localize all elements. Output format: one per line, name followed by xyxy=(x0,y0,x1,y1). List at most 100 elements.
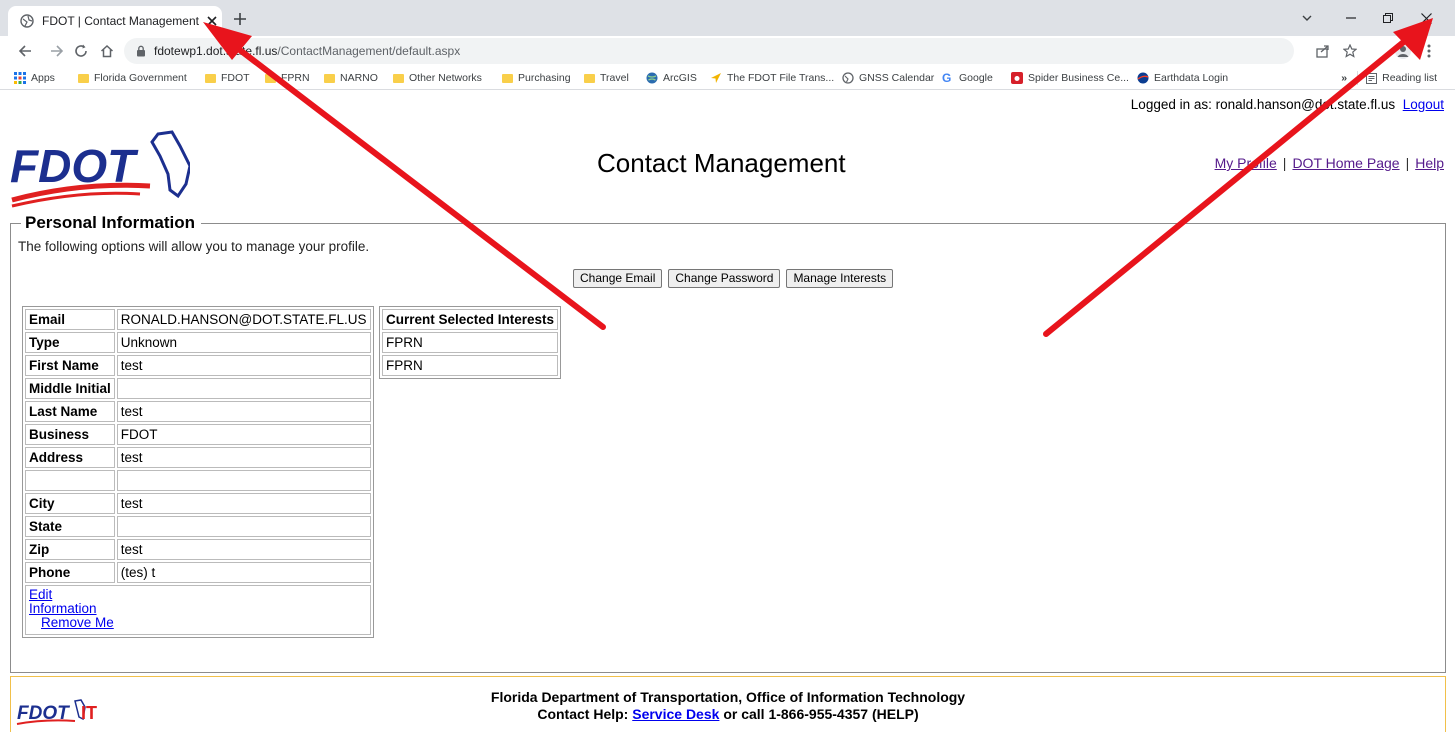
change-email-button[interactable]: Change Email xyxy=(573,269,663,288)
personal-info-table: Email RONALD.HANSON@DOT.STATE.FL.US Type U… xyxy=(22,306,374,638)
globe-icon xyxy=(20,14,34,28)
bookmark-purchasing[interactable]: Purchasing xyxy=(502,71,571,85)
restore-icon[interactable] xyxy=(1374,8,1402,28)
folder-icon xyxy=(205,73,216,83)
state-value xyxy=(116,516,371,537)
table-row: Current Selected Interests xyxy=(382,309,559,330)
url-text[interactable]: fdotewp1.dot.state.fl.us/ContactManageme… xyxy=(154,44,460,58)
first-name-label: First Name xyxy=(25,355,115,376)
globe-icon xyxy=(842,72,854,84)
bookmark-spider-business[interactable]: Spider Business Ce... xyxy=(1011,71,1129,85)
minimize-icon[interactable] xyxy=(1337,8,1365,28)
page-title: Contact Management xyxy=(597,148,846,178)
browser-tab[interactable]: FDOT | Contact Management | Ho xyxy=(8,6,222,36)
email-label: Email xyxy=(25,309,115,330)
email-value: RONALD.HANSON@DOT.STATE.FL.US xyxy=(116,309,371,330)
address2-value xyxy=(116,470,371,491)
reading-list-icon xyxy=(1366,72,1378,84)
address-label: Address xyxy=(25,447,115,468)
new-tab-icon[interactable] xyxy=(232,11,248,27)
forward-icon[interactable] xyxy=(48,42,66,60)
bookmark-other-networks[interactable]: Other Networks xyxy=(393,71,482,85)
state-label: State xyxy=(25,516,115,537)
separator: | xyxy=(1282,155,1287,171)
table-row: First Name test xyxy=(25,355,371,376)
logged-in-text: Logged in as: ronald.hanson@dot.state.fl… xyxy=(1130,97,1396,112)
reload-icon[interactable] xyxy=(72,42,90,60)
table-row: Email RONALD.HANSON@DOT.STATE.FL.US xyxy=(25,309,371,330)
middle-initial-label: Middle Initial xyxy=(25,378,115,399)
dot-home-page-link[interactable]: DOT Home Page xyxy=(1292,155,1399,171)
personal-information-panel: Personal Information The following optio… xyxy=(10,213,1446,673)
table-row: Last Name test xyxy=(25,401,371,422)
more-bookmarks-chevron-icon[interactable]: » xyxy=(1341,72,1347,84)
type-label: Type xyxy=(25,332,115,353)
manage-interests-button[interactable]: Manage Interests xyxy=(786,269,894,288)
browser-tab-strip: FDOT | Contact Management | Ho xyxy=(0,0,1455,36)
tab-title: FDOT | Contact Management | Ho xyxy=(42,14,200,28)
bookmarks-bar: Apps Florida Government FDOT FPRN NARNO … xyxy=(0,66,1455,90)
table-row: Zip test xyxy=(25,539,371,560)
interests-table: Current Selected Interests FPRN FPRN xyxy=(379,306,562,379)
fdot-logo: FDOT xyxy=(10,126,192,210)
edit-information-link[interactable]: Edit Information xyxy=(29,588,367,616)
zip-label: Zip xyxy=(25,539,115,560)
logout-link[interactable]: Logout xyxy=(1403,97,1444,112)
bookmark-travel[interactable]: Travel xyxy=(584,71,629,85)
remove-me-link[interactable]: Remove Me xyxy=(29,616,367,630)
folder-icon xyxy=(78,73,89,83)
address-bar[interactable]: fdotewp1.dot.state.fl.us/ContactManageme… xyxy=(124,38,1294,64)
bookmark-apps[interactable]: Apps xyxy=(14,71,55,85)
first-name-value: test xyxy=(116,355,371,376)
bookmark-florida-government[interactable]: Florida Government xyxy=(78,71,187,85)
interest-item: FPRN xyxy=(382,355,559,376)
zip-value: test xyxy=(116,539,371,560)
tab-search-chevron-icon[interactable] xyxy=(1293,8,1321,28)
table-row: City test xyxy=(25,493,371,514)
phone-label: Phone xyxy=(25,562,115,583)
middle-initial-value xyxy=(116,378,371,399)
kebab-menu-icon[interactable] xyxy=(1420,42,1438,60)
table-row: Middle Initial xyxy=(25,378,371,399)
profile-avatar-icon[interactable] xyxy=(1394,42,1412,60)
google-icon: G xyxy=(942,71,952,85)
address-value: test xyxy=(116,447,371,468)
separator: | xyxy=(1405,155,1410,171)
address2-label xyxy=(25,470,115,491)
footer-line-1: Florida Department of Transportation, Of… xyxy=(490,689,966,705)
intro-text: The following options will allow you to … xyxy=(18,239,370,254)
panel-legend: Personal Information xyxy=(21,213,202,233)
reading-list[interactable]: » Reading list xyxy=(1341,71,1437,85)
change-password-button[interactable]: Change Password xyxy=(668,269,781,288)
share-icon[interactable] xyxy=(1314,42,1332,60)
home-icon[interactable] xyxy=(98,42,116,60)
table-row: Address test xyxy=(25,447,371,468)
bookmark-google[interactable]: G Google xyxy=(942,71,993,85)
city-label: City xyxy=(25,493,115,514)
help-link[interactable]: Help xyxy=(1415,155,1444,171)
back-icon[interactable] xyxy=(16,42,34,60)
table-row: FPRN xyxy=(382,355,559,376)
lock-icon[interactable] xyxy=(136,45,146,57)
folder-icon xyxy=(324,73,335,83)
bookmark-fdot-file-transfer[interactable]: The FDOT File Trans... xyxy=(710,71,834,85)
spider-icon xyxy=(1011,72,1023,84)
bookmark-star-icon[interactable] xyxy=(1341,42,1359,60)
bookmark-earthdata-login[interactable]: Earthdata Login xyxy=(1137,71,1228,85)
table-row: Edit Information Remove Me xyxy=(25,585,371,635)
apps-grid-icon xyxy=(14,72,26,84)
my-profile-link[interactable]: My Profile xyxy=(1215,155,1277,171)
folder-icon xyxy=(265,73,276,83)
bookmark-arcgis[interactable]: ArcGIS xyxy=(646,71,697,85)
bookmark-fdot[interactable]: FDOT xyxy=(205,71,250,85)
last-name-value: test xyxy=(116,401,371,422)
service-desk-link[interactable]: Service Desk xyxy=(632,706,719,722)
table-row xyxy=(25,470,371,491)
close-window-icon[interactable] xyxy=(1412,8,1440,28)
bookmark-gnss-calendar[interactable]: GNSS Calendar xyxy=(842,71,934,85)
close-tab-icon[interactable] xyxy=(204,13,220,29)
bookmark-narno[interactable]: NARNO xyxy=(324,71,378,85)
phone-value: (tes) t xyxy=(116,562,371,583)
browser-toolbar: fdotewp1.dot.state.fl.us/ContactManageme… xyxy=(0,36,1455,66)
bookmark-fprn[interactable]: FPRN xyxy=(265,71,310,85)
